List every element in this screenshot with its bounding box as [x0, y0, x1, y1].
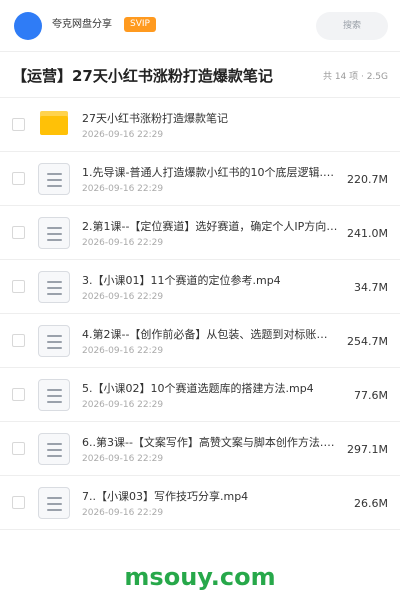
- file-name: 27天小红书涨粉打造爆款笔记: [82, 112, 228, 125]
- list-item[interactable]: 4.第2课--【创作前必备】从包装、选题到对标账号.mp4 2026-09-16…: [0, 314, 400, 368]
- file-name: 1.先导课-普通人打造爆款小红书的10个底层逻辑.mp4: [82, 166, 338, 179]
- file-date: 2026-09-16 22:29: [82, 292, 164, 302]
- list-item[interactable]: 1.先导课-普通人打造爆款小红书的10个底层逻辑.mp4 2026-09-16 …: [0, 152, 400, 206]
- file-date: 2026-09-16 22:29: [82, 130, 164, 140]
- avatar[interactable]: [14, 12, 42, 40]
- file-size: 254.7M: [347, 335, 388, 348]
- file-size: 34.7M: [354, 281, 388, 294]
- file-date: 2026-09-16 22:29: [82, 184, 164, 194]
- list-item[interactable]: 5.【小课02】10个赛道选题库的搭建方法.mp4 2026-09-16 22:…: [0, 368, 400, 422]
- page-title: 【运营】27天小红书涨粉打造爆款笔记: [12, 67, 273, 85]
- folder-title-bar: 【运营】27天小红书涨粉打造爆款笔记 共 14 项 · 2.5G: [0, 52, 400, 98]
- file-name: 2.第1课--【定位赛道】选好赛道，确定个人IP方向.mp4: [82, 220, 338, 233]
- item-checkbox[interactable]: [12, 118, 25, 131]
- file-size: 26.6M: [354, 497, 388, 510]
- item-checkbox[interactable]: [12, 226, 25, 239]
- list-item[interactable]: 7..【小课03】写作技巧分享.mp4 2026-09-16 22:29 26.…: [0, 476, 400, 530]
- file-size: 77.6M: [354, 389, 388, 402]
- file-name: 4.第2课--【创作前必备】从包装、选题到对标账号.mp4: [82, 328, 338, 341]
- search-input[interactable]: 搜索: [316, 12, 388, 40]
- file-name: 7..【小课03】写作技巧分享.mp4: [82, 490, 249, 503]
- list-item[interactable]: 2.第1课--【定位赛道】选好赛道，确定个人IP方向.mp4 2026-09-1…: [0, 206, 400, 260]
- item-checkbox[interactable]: [12, 280, 25, 293]
- file-date: 2026-09-16 22:29: [82, 400, 164, 410]
- list-item[interactable]: 6..第3课--【文案写作】高赞文案与脚本创作方法.mp4 2026-09-16…: [0, 422, 400, 476]
- file-size: 220.7M: [347, 173, 388, 186]
- file-name: 5.【小课02】10个赛道选题库的搭建方法.mp4: [82, 382, 314, 395]
- document-icon: [38, 271, 70, 303]
- watermark-text: msouy.com: [124, 563, 276, 591]
- file-date: 2026-09-16 22:29: [82, 346, 164, 356]
- item-checkbox[interactable]: [12, 172, 25, 185]
- document-icon: [38, 379, 70, 411]
- file-date: 2026-09-16 22:29: [82, 238, 164, 248]
- item-checkbox[interactable]: [12, 442, 25, 455]
- list-item[interactable]: 27天小红书涨粉打造爆款笔记 2026-09-16 22:29: [0, 98, 400, 152]
- document-icon: [38, 433, 70, 465]
- document-icon: [38, 217, 70, 249]
- file-size: 241.0M: [347, 227, 388, 240]
- file-date: 2026-09-16 22:29: [82, 508, 164, 518]
- file-name: 6..第3课--【文案写作】高赞文案与脚本创作方法.mp4: [82, 436, 338, 449]
- item-checkbox[interactable]: [12, 334, 25, 347]
- list-item[interactable]: 3.【小课01】11个赛道的定位参考.mp4 2026-09-16 22:29 …: [0, 260, 400, 314]
- svip-badge: SVIP: [124, 17, 156, 32]
- file-date: 2026-09-16 22:29: [82, 454, 164, 464]
- item-checkbox[interactable]: [12, 388, 25, 401]
- file-size: 297.1M: [347, 443, 388, 456]
- top-header: 夸克网盘分享 SVIP 搜索: [0, 0, 400, 52]
- document-icon: [38, 487, 70, 519]
- folder-icon: [40, 111, 68, 135]
- file-list: 27天小红书涨粉打造爆款笔记 2026-09-16 22:29 1.先导课-普通…: [0, 98, 400, 530]
- item-checkbox[interactable]: [12, 496, 25, 509]
- folder-meta: 共 14 项 · 2.5G: [322, 72, 388, 82]
- document-icon: [38, 163, 70, 195]
- document-icon: [38, 325, 70, 357]
- user-name[interactable]: 夸克网盘分享: [52, 18, 112, 32]
- file-name: 3.【小课01】11个赛道的定位参考.mp4: [82, 274, 281, 287]
